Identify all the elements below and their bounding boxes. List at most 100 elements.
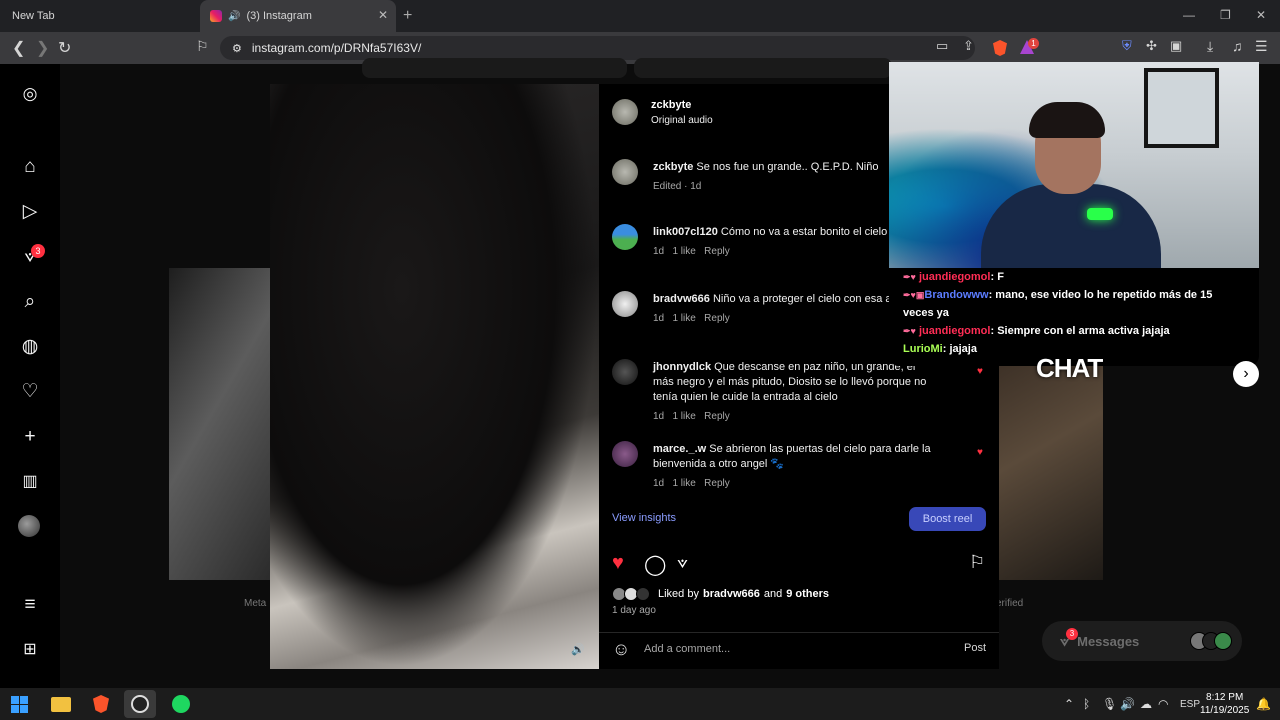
extensions-puzzle-icon[interactable]: ✣ [1146, 38, 1157, 54]
reply-button[interactable]: Reply [704, 313, 730, 324]
comment-likes[interactable]: 1 like [672, 478, 695, 489]
save-bookmark-icon[interactable]: ⚐ [969, 552, 985, 573]
brave-browser-icon[interactable] [88, 692, 114, 716]
author-avatar[interactable] [612, 99, 638, 125]
spotify-icon[interactable] [168, 692, 194, 716]
reply-button[interactable]: Reply [704, 478, 730, 489]
comment-time: 1d [653, 411, 665, 422]
close-tab-icon[interactable]: ✕ [378, 8, 388, 22]
stream-chat-box: ✒♥ juandiegomol: F ✒♥▣Brandowww: mano, e… [889, 268, 1259, 366]
bluetooth-icon[interactable]: ᛒ [1083, 697, 1090, 711]
boost-reel-button[interactable]: Boost reel [909, 507, 986, 531]
volume-tray-icon[interactable]: 🔊 [1120, 697, 1135, 711]
vpn-shield-icon[interactable]: ⛨ [1122, 38, 1132, 54]
tab-new-tab[interactable]: New Tab [0, 0, 198, 32]
comment-item: jhonnydlck Que descanse en paz niño, un … [653, 360, 938, 422]
share-icon[interactable]: ⇪ [963, 38, 974, 54]
comment-avatar[interactable] [612, 359, 638, 385]
tab-instagram[interactable]: 🔊 (3) Instagram ✕ [200, 0, 396, 32]
site-settings-icon[interactable]: ⚙ [232, 42, 242, 55]
search-icon[interactable]: ⌕ [18, 290, 42, 314]
footer-meta-link[interactable]: Meta [244, 598, 266, 609]
more-menu-icon[interactable]: ≡ [18, 593, 42, 617]
notifications-bell-icon[interactable]: 🔔 [1256, 697, 1271, 711]
comment-bubble-icon[interactable]: ◯ [644, 552, 666, 577]
liked-heart-icon[interactable]: ♥ [977, 366, 983, 377]
comment-likes[interactable]: 1 like [672, 313, 695, 324]
comment-avatar[interactable] [612, 291, 638, 317]
create-plus-icon[interactable]: + [18, 425, 42, 449]
instagram-logo-icon[interactable]: ◎ [18, 82, 42, 106]
taskbar-clock[interactable]: 8:12 PM 11/19/2025 [1200, 691, 1249, 717]
microphone-icon[interactable]: 🎙 [1102, 697, 1117, 711]
windows-start-icon[interactable] [6, 692, 32, 716]
speaker-icon[interactable]: 🔊 [228, 11, 240, 22]
chat-text: F [997, 271, 1004, 283]
add-comment-input[interactable] [644, 640, 944, 658]
brave-shields-icon[interactable] [993, 40, 1007, 56]
chat-text: Siempre con el arma activa jajaja [997, 325, 1170, 337]
tray-chevron-up-icon[interactable]: ⌃ [1064, 697, 1074, 711]
obs-studio-icon[interactable] [124, 690, 156, 718]
next-post-arrow-icon[interactable]: › [1233, 361, 1259, 387]
liked-heart-icon[interactable]: ♥ [977, 447, 983, 458]
emoji-icon[interactable]: ☺ [612, 639, 630, 660]
comment-avatar[interactable] [612, 441, 638, 467]
chat-text: jajaja [949, 343, 977, 355]
post-author[interactable]: zckbyte [651, 99, 691, 111]
comment-avatar[interactable] [612, 159, 638, 185]
restore-icon[interactable]: ❐ [1220, 8, 1231, 22]
bookmark-icon[interactable]: ⚐ [196, 38, 209, 55]
reply-button[interactable]: Reply [704, 246, 730, 257]
new-tab-plus-icon[interactable]: + [403, 7, 412, 25]
notifications-heart-icon[interactable]: ♡ [18, 380, 42, 404]
comment-likes[interactable]: 1 like [672, 246, 695, 257]
comment-avatar[interactable] [612, 224, 638, 250]
comment-username[interactable]: link007cl120 [653, 226, 718, 238]
comment-username[interactable]: marce._.w [653, 443, 706, 455]
minimize-icon[interactable]: — [1183, 8, 1195, 22]
instagram-favicon-icon [210, 10, 222, 22]
file-explorer-icon[interactable] [48, 692, 74, 716]
forward-icon[interactable]: ❯ [36, 38, 49, 58]
also-from-meta-icon[interactable]: ⊞ [18, 638, 42, 662]
explore-compass-icon[interactable]: ◍ [18, 335, 42, 359]
reels-icon[interactable]: ▷ [18, 200, 42, 224]
reload-icon[interactable]: ↻ [58, 38, 71, 58]
share-send-icon[interactable]: ⟇ [677, 552, 688, 573]
view-insights-link[interactable]: View insights [612, 512, 676, 524]
post-comment-button[interactable]: Post [964, 642, 986, 654]
comment-username[interactable]: bradvw666 [653, 293, 710, 305]
liked-by-user[interactable]: bradvw666 [703, 588, 760, 600]
reel-video[interactable] [270, 84, 599, 669]
dashboard-icon[interactable]: ▥ [18, 470, 42, 494]
sidebar-toggle-icon[interactable]: ▣ [1170, 38, 1182, 54]
footer-verified-link[interactable]: erified [996, 598, 1023, 609]
rewards-badge: 1 [1028, 38, 1039, 49]
profile-avatar[interactable] [18, 515, 40, 537]
comment-username[interactable]: jhonnydlck [653, 361, 711, 373]
messages-button[interactable]: ⟇ Messages [1042, 621, 1242, 661]
url-text[interactable]: instagram.com/p/DRNfa57I63V/ [252, 41, 421, 55]
wifi-icon[interactable]: ◠ [1158, 697, 1168, 711]
volume-icon[interactable]: 🔊 [568, 640, 588, 660]
input-language[interactable]: ESP [1180, 699, 1200, 710]
menu-hamburger-icon[interactable]: ☰ [1255, 38, 1268, 55]
reply-button[interactable]: Reply [704, 411, 730, 422]
comment-username[interactable]: zckbyte [653, 161, 693, 173]
original-audio-link[interactable]: Original audio [651, 115, 713, 126]
close-window-icon[interactable]: ✕ [1256, 8, 1266, 22]
cast-icon[interactable]: ▭ [936, 38, 948, 54]
comment-likes[interactable]: 1 like [672, 411, 695, 422]
address-bar[interactable]: ⚙ instagram.com/p/DRNfa57I63V/ [220, 36, 975, 60]
media-music-icon[interactable]: ♫ [1232, 38, 1243, 54]
downloads-icon[interactable]: ⤓ [1207, 38, 1213, 55]
like-heart-icon[interactable]: ♥ [612, 552, 624, 575]
home-icon[interactable]: ⌂ [18, 155, 42, 179]
chat-overlay-label: CHAT [1036, 353, 1103, 383]
back-icon[interactable]: ❮ [12, 38, 25, 58]
onedrive-cloud-icon[interactable]: ☁ [1140, 697, 1152, 711]
chat-username: juandiegomol [918, 271, 991, 283]
background-profile-buttons [362, 58, 892, 78]
liked-by-others[interactable]: 9 others [786, 588, 829, 600]
